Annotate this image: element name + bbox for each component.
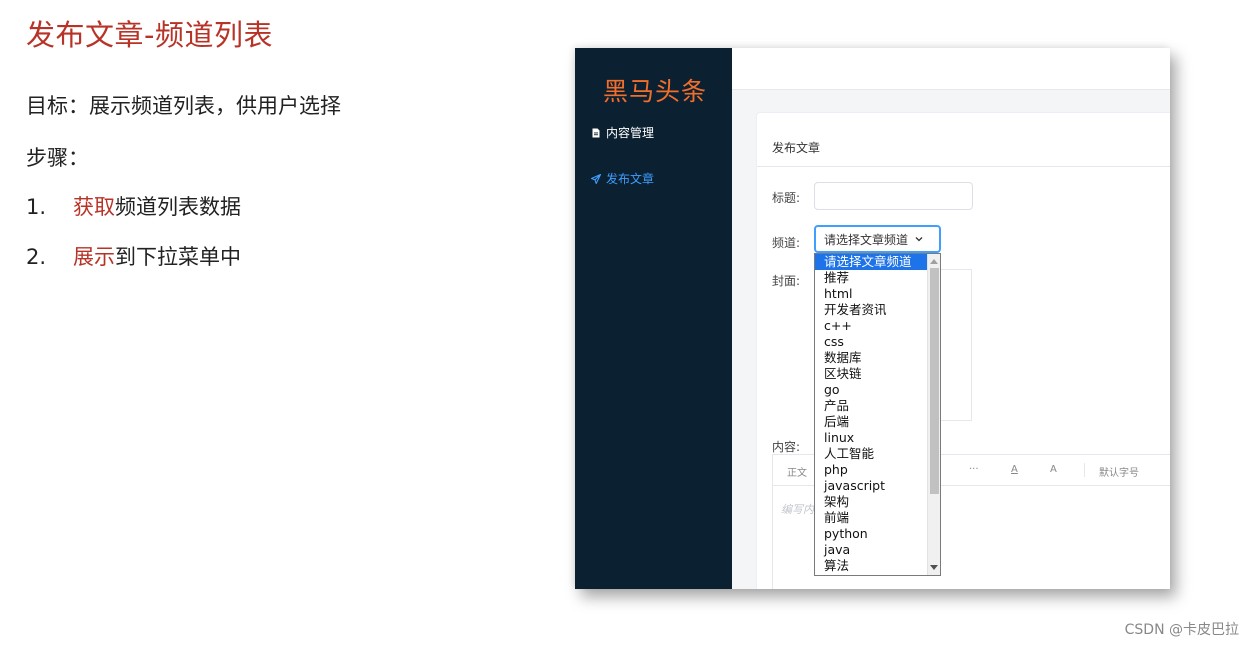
step-1: 1. 获取频道列表数据 (26, 191, 241, 221)
dropdown-option[interactable]: css (815, 334, 927, 350)
dropdown-option[interactable]: 数据库 (815, 350, 927, 366)
editor-placeholder: 编写内 (781, 503, 814, 516)
step-number: 2. (26, 245, 47, 269)
dropdown-scrollbar[interactable] (927, 254, 940, 575)
step-2: 2. 展示到下拉菜单中 (26, 241, 241, 271)
step-highlight: 展示 (73, 245, 115, 269)
dropdown-option[interactable]: 架构 (815, 494, 927, 510)
breadcrumb: 发布文章 (772, 141, 821, 155)
dropdown-option[interactable]: 区块链 (815, 366, 927, 382)
scrollbar-thumb[interactable] (930, 268, 939, 494)
watermark: CSDN @卡皮巴拉 (1124, 622, 1239, 638)
card-divider (757, 166, 1170, 167)
dropdown-option[interactable]: 算法 (815, 558, 927, 574)
step-text: 到下拉菜单中 (115, 245, 241, 269)
steps-label: 步骤： (26, 146, 89, 170)
chevron-down-icon (915, 237, 923, 242)
scroll-down-arrow-icon[interactable] (930, 565, 938, 570)
sidebar-item-label: 内容管理 (606, 126, 655, 140)
dropdown-option[interactable]: php (815, 462, 927, 478)
toolbar-separator (1084, 463, 1085, 477)
toolbar-more[interactable]: ··· (969, 464, 979, 475)
sidebar-item-publish-article[interactable]: 发布文章 (591, 170, 654, 187)
dropdown-option[interactable]: java (815, 542, 927, 558)
step-number: 1. (26, 195, 47, 219)
dropdown-option[interactable]: 人工智能 (815, 446, 927, 462)
channel-select[interactable]: 请选择文章频道 (814, 225, 941, 253)
dropdown-option[interactable]: linux (815, 430, 927, 446)
sidebar: 黑马头条 内容管理 发布文章 (575, 48, 732, 589)
dropdown-option[interactable]: html (815, 286, 927, 302)
dropdown-option[interactable]: 前端 (815, 510, 927, 526)
dropdown-option[interactable]: 开发者资讯 (815, 302, 927, 318)
slide-title: 发布文章-频道列表 (26, 18, 273, 52)
title-input[interactable] (814, 182, 973, 210)
dropdown-option[interactable]: c++ (815, 318, 927, 334)
toolbar-bg-color[interactable]: A (1050, 464, 1057, 475)
dropdown-option[interactable]: 产品 (815, 398, 927, 414)
option-list: 请选择文章频道 推荐 html 开发者资讯 c++ css 数据库 区块链 go 产品 后端 linu… (815, 254, 940, 574)
channel-dropdown-list[interactable]: 请选择文章频道 推荐 html 开发者资讯 c++ css 数据库 区块链 go 产品 后端 linu… (814, 253, 941, 576)
dropdown-option[interactable]: 请选择文章频道 (815, 254, 927, 270)
sidebar-item-label: 发布文章 (606, 172, 655, 186)
cover-label: 封面: (772, 274, 801, 288)
goal-text: 目标：展示频道列表，供用户选择 (26, 94, 341, 118)
toolbar-font-color[interactable]: A (1011, 464, 1018, 475)
top-header-bar (732, 48, 1170, 90)
step-highlight: 获取 (73, 195, 115, 219)
dropdown-option[interactable]: 推荐 (815, 270, 927, 286)
dropdown-option[interactable]: javascript (815, 478, 927, 494)
app-screenshot: 黑马头条 内容管理 发布文章 发布文章 标题: 频道: 请选择文章频道 封面: … (575, 48, 1170, 589)
toolbar-heading[interactable]: 正文 (787, 464, 807, 479)
scroll-up-arrow-icon[interactable] (930, 259, 938, 264)
step-text: 频道列表数据 (115, 195, 241, 219)
dropdown-option[interactable]: 后端 (815, 414, 927, 430)
app-logo: 黑马头条 (603, 77, 708, 106)
channel-select-value: 请选择文章频道 (824, 232, 909, 247)
title-label: 标题: (772, 191, 801, 205)
paper-plane-icon (591, 173, 601, 184)
toolbar-font-size[interactable]: 默认字号 (1099, 464, 1139, 479)
content-label: 内容: (772, 440, 801, 454)
document-icon (592, 128, 600, 137)
channel-label: 频道: (772, 236, 801, 250)
dropdown-option[interactable]: python (815, 526, 927, 542)
sidebar-item-content-management[interactable]: 内容管理 (591, 124, 654, 141)
dropdown-option[interactable]: go (815, 382, 927, 398)
